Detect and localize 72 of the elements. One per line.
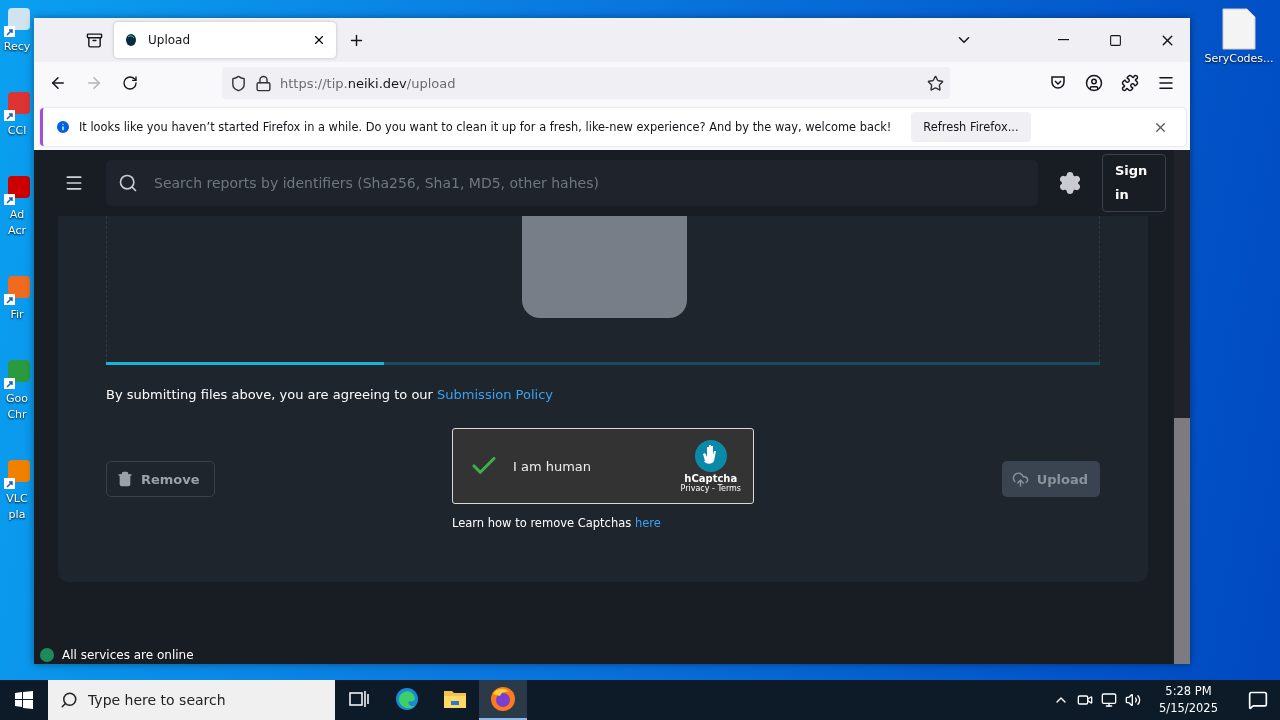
forward-arrow-icon <box>85 74 103 92</box>
desktop-icon-label[interactable]: Acr <box>8 224 26 238</box>
remove-button[interactable]: Remove <box>106 461 215 497</box>
info-icon <box>55 119 71 135</box>
lock-icon <box>255 74 272 92</box>
desktop-icon-label[interactable]: Goo <box>6 392 28 406</box>
camera-icon <box>1077 692 1094 708</box>
submission-policy-link[interactable]: Submission Policy <box>437 387 553 402</box>
search-icon <box>60 691 78 709</box>
menu-icon <box>1157 74 1175 92</box>
reload-icon <box>122 75 138 91</box>
time-text: 5:28 PM <box>1165 683 1212 700</box>
speech-bubble-icon <box>1248 690 1268 710</box>
desktop-icon-label[interactable]: Recy <box>3 40 31 54</box>
taskbar-app-button[interactable] <box>479 680 527 720</box>
desktop-icon-label[interactable]: VLC <box>6 492 28 506</box>
desktop-icon-label[interactable]: CCl <box>7 124 27 138</box>
taskbar-search-field[interactable]: Type here to search <box>48 680 335 720</box>
desktop-icon-label[interactable]: Fir <box>10 308 24 322</box>
drop-zone[interactable] <box>106 216 1100 362</box>
folder-icon <box>443 689 467 709</box>
clock[interactable]: 5:28 PM 5/15/2025 <box>1159 683 1218 717</box>
app-shortcut-icon <box>4 276 30 306</box>
hand-logo-icon <box>693 439 728 473</box>
sign-in-button[interactable]: Sign in <box>1102 154 1166 212</box>
firefox-icon <box>490 686 516 712</box>
shield-icon <box>230 74 247 92</box>
search-icon <box>118 173 138 193</box>
browser-tab[interactable]: Upload <box>114 22 336 58</box>
network-icon <box>1101 692 1118 708</box>
tab-title: Upload <box>148 33 192 47</box>
windows-logo-icon <box>15 691 33 709</box>
captcha-help-text: Learn how to remove Captchas here <box>452 516 662 530</box>
account-icon <box>1085 74 1103 92</box>
desktop-icon-label[interactable]: Chr <box>7 408 27 422</box>
volume-icon <box>1125 692 1142 708</box>
address-bar[interactable]: https://tip.neiki.dev/upload <box>222 67 950 99</box>
desktop-icon-label[interactable]: Ad <box>9 208 25 222</box>
app-shortcut-icon <box>4 360 30 390</box>
refresh-firefox-button[interactable]: Refresh Firefox... <box>911 112 1031 142</box>
menu-icon <box>64 173 84 193</box>
minimize-icon <box>1057 39 1069 41</box>
maximize-icon <box>1108 33 1122 47</box>
tray-icon <box>85 31 103 49</box>
captcha-label: I am human <box>513 458 593 474</box>
pocket-icon <box>1050 75 1066 91</box>
captcha-brand: hCaptcha <box>684 473 738 484</box>
date-text: 5/15/2025 <box>1159 700 1218 717</box>
url-text: https://tip.neiki.dev/upload <box>280 75 457 91</box>
task-view-icon <box>349 690 369 708</box>
file-icon <box>1222 8 1256 50</box>
scrollbar[interactable] <box>1174 150 1190 664</box>
close-icon <box>312 33 326 47</box>
gear-icon <box>1058 171 1082 195</box>
desktop-icon-label[interactable]: SeryCodes... <box>1204 52 1274 66</box>
trash-icon <box>117 471 133 487</box>
status-text: All services are online <box>62 648 194 662</box>
desktop-icon-label[interactable]: pla <box>8 508 26 522</box>
app-shortcut-icon <box>4 460 30 490</box>
status-dot-icon <box>40 648 54 662</box>
cloud-upload-icon <box>1011 470 1029 488</box>
app-shortcut-icon <box>4 8 30 38</box>
agreement-text: By submitting files above, you are agreeing to our Submission Policy <box>106 387 554 402</box>
edge-icon <box>395 687 419 711</box>
here-link[interactable]: here <box>634 516 661 530</box>
captcha-links[interactable]: Privacy - Terms <box>680 484 741 493</box>
notification-message: It looks like you haven’t started Firefox in a while. Do you want to clean it up for a fresh, like-new experience? And by the way, welcome back! <box>79 120 892 134</box>
puzzle-icon <box>1121 74 1139 92</box>
star-icon <box>927 74 944 92</box>
app-shortcut-icon <box>4 176 30 206</box>
app-shortcut-icon <box>4 92 30 122</box>
search-field[interactable]: Search reports by identifiers (Sha256, Sha1, MD5, other hahes) <box>106 160 1038 206</box>
